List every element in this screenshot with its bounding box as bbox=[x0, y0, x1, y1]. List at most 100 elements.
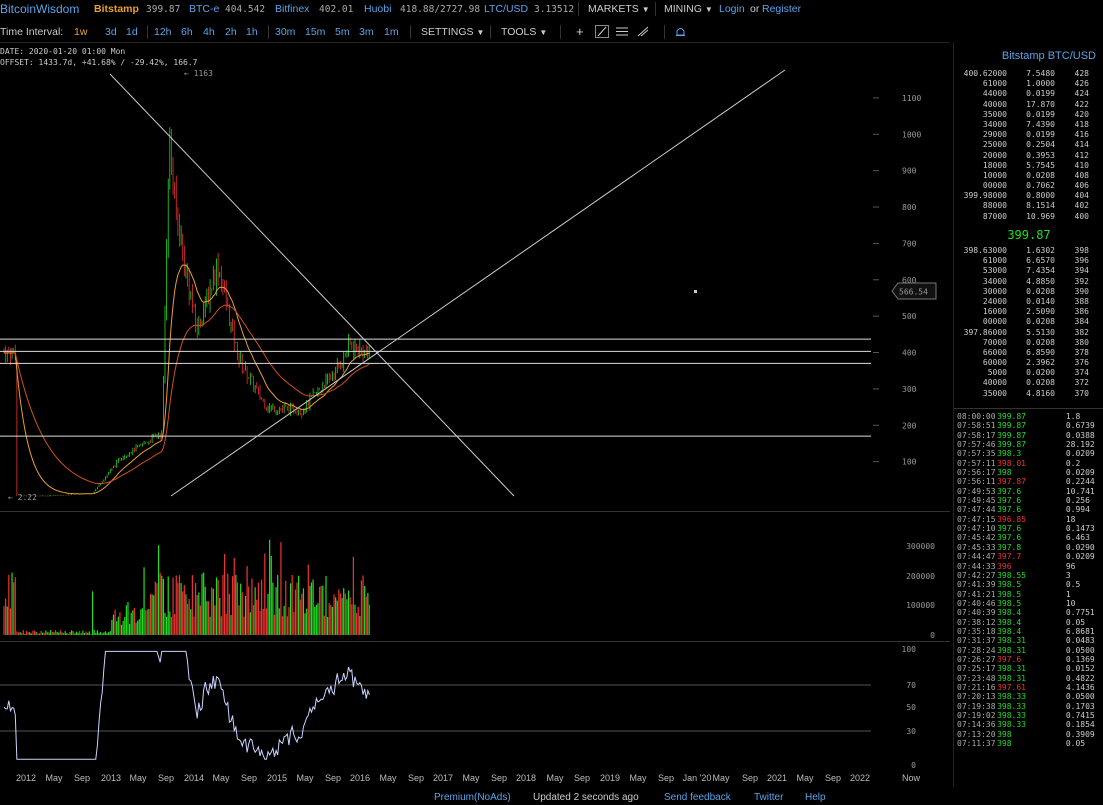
interval-5m[interactable]: 5m bbox=[335, 26, 350, 38]
volume-bar bbox=[220, 616, 222, 635]
ask-row[interactable]: 00000 0.7062 406 bbox=[957, 181, 1102, 191]
volume-bar bbox=[240, 583, 242, 635]
bid-row[interactable]: 00000 0.0208 384 bbox=[957, 317, 1102, 327]
bid-row[interactable]: 70000 0.0208 380 bbox=[957, 338, 1102, 348]
volume-bar bbox=[277, 575, 279, 635]
bid-row[interactable]: 16000 2.5090 386 bbox=[957, 307, 1102, 317]
bid-row[interactable]: 60000 2.3962 376 bbox=[957, 358, 1102, 368]
ticker-bitfinex[interactable]: Bitfinex bbox=[275, 3, 309, 15]
volume-bar bbox=[219, 597, 221, 635]
ticker-huobi[interactable]: Huobi bbox=[364, 3, 391, 15]
interval-3m[interactable]: 3m bbox=[359, 26, 374, 38]
trade-amount: 0.0152 bbox=[1065, 664, 1095, 674]
bell-icon[interactable] bbox=[675, 26, 686, 41]
interval-2h[interactable]: 2h bbox=[225, 26, 237, 38]
mining-menu[interactable]: MINING ▼ bbox=[664, 3, 713, 15]
volume-bar bbox=[9, 608, 12, 635]
interval-12h[interactable]: 12h bbox=[154, 26, 172, 38]
trade-price: 398.33 bbox=[997, 701, 1026, 711]
ticker-ltcusd[interactable]: LTC/USD bbox=[484, 3, 528, 15]
ask-row[interactable]: 40000 17.870 422 bbox=[957, 100, 1102, 110]
x-tick-label: 2021 bbox=[767, 773, 787, 783]
ask-row[interactable]: 399.98000 0.8000 404 bbox=[957, 191, 1102, 201]
last-price: 399.87 bbox=[1007, 228, 1051, 242]
ask-row[interactable]: 35000 0.0199 420 bbox=[957, 110, 1102, 120]
register-link[interactable]: Register bbox=[762, 3, 801, 15]
plus-icon[interactable]: + bbox=[576, 24, 584, 39]
volume-bar bbox=[138, 619, 140, 635]
bid-row[interactable]: 34000 4.8850 392 bbox=[957, 277, 1102, 287]
bid-row-sum: 372 bbox=[1074, 378, 1089, 388]
volume-bar bbox=[69, 632, 71, 635]
hlines-icon[interactable] bbox=[616, 26, 628, 40]
interval-15m[interactable]: 15m bbox=[305, 26, 325, 38]
ask-row[interactable]: 44000 0.0199 424 bbox=[957, 89, 1102, 99]
ask-row[interactable]: 87000 10.969 400 bbox=[957, 212, 1102, 222]
ask-row[interactable]: 400.62000 7.5480 428 bbox=[957, 69, 1102, 79]
ask-row-price: 18000 bbox=[968, 160, 1007, 170]
bid-row[interactable]: 30000 0.0208 390 bbox=[957, 287, 1102, 297]
ask-row[interactable]: 25000 0.2504 414 bbox=[957, 140, 1102, 150]
interval-30m[interactable]: 30m bbox=[275, 26, 295, 38]
ask-row[interactable]: 29000 0.0199 416 bbox=[957, 130, 1102, 140]
bid-row[interactable]: 53000 7.4354 394 bbox=[957, 266, 1102, 276]
chevron-down-icon: ▼ bbox=[704, 5, 713, 14]
ask-row[interactable]: 20000 0.3953 412 bbox=[957, 151, 1102, 161]
bid-row[interactable]: 24000 0.0140 388 bbox=[957, 297, 1102, 307]
bid-row[interactable]: 35000 4.8160 370 bbox=[957, 389, 1102, 399]
volume-bar bbox=[167, 576, 169, 635]
trade-time: 07:45:42 bbox=[957, 533, 996, 543]
line-draw-icon[interactable] bbox=[595, 25, 609, 38]
bid-row-price: 61000 bbox=[968, 256, 1007, 266]
trade-amount: 10.741 bbox=[1065, 486, 1095, 496]
twitter-link[interactable]: Twitter bbox=[754, 792, 783, 803]
volume-bar bbox=[347, 590, 350, 635]
interval-1h[interactable]: 1h bbox=[246, 26, 258, 38]
bid-row[interactable]: 397.86000 5.5130 382 bbox=[957, 328, 1102, 338]
volume-bar bbox=[159, 572, 161, 635]
volume-bar bbox=[46, 632, 49, 635]
ask-row[interactable]: 88000 8.1514 402 bbox=[957, 201, 1102, 211]
interval-4h[interactable]: 4h bbox=[203, 26, 215, 38]
ask-row[interactable]: 61000 1.0000 426 bbox=[957, 79, 1102, 89]
bid-row[interactable]: 61000 6.6570 396 bbox=[957, 256, 1102, 266]
trade-row: 08:00:00 399.87 1.8 bbox=[957, 412, 1103, 421]
ticker-btce[interactable]: BTC-e bbox=[189, 3, 219, 15]
bid-row[interactable]: 40000 0.0208 372 bbox=[957, 378, 1102, 388]
feedback-link[interactable]: Send feedback bbox=[664, 792, 731, 803]
ask-row[interactable]: 10000 0.0208 408 bbox=[957, 171, 1102, 181]
login-link[interactable]: Login bbox=[719, 3, 745, 15]
ask-row[interactable]: 18000 5.7545 410 bbox=[957, 161, 1102, 171]
tools-menu[interactable]: TOOLS ▼ bbox=[501, 26, 547, 38]
pen-icon[interactable] bbox=[637, 26, 649, 40]
brand-logo[interactable]: BitcoinWisdom bbox=[0, 2, 79, 16]
volume-bar bbox=[323, 615, 325, 635]
bid-row-sum: 392 bbox=[1074, 276, 1089, 286]
trade-amount: 0.5 bbox=[1065, 580, 1081, 590]
ask-row-price: 40000 bbox=[968, 99, 1007, 109]
interval-1w[interactable]: 1w bbox=[74, 26, 87, 38]
interval-6h[interactable]: 6h bbox=[181, 26, 193, 38]
trend-line[interactable] bbox=[109, 73, 515, 497]
interval-3d[interactable]: 3d bbox=[105, 26, 117, 38]
volume-bar bbox=[162, 578, 164, 635]
markets-menu[interactable]: MARKETS ▼ bbox=[588, 3, 650, 15]
volume-bar bbox=[249, 612, 251, 635]
interval-1d[interactable]: 1d bbox=[126, 26, 138, 38]
trade-price: 397.7 bbox=[997, 552, 1022, 562]
settings-menu[interactable]: SETTINGS ▼ bbox=[421, 26, 484, 38]
price-tick-label: 900 bbox=[902, 167, 917, 176]
premium-link[interactable]: Premium(NoAds) bbox=[434, 792, 511, 803]
volume-bar bbox=[146, 609, 148, 635]
bid-row[interactable]: 5000 0.0200 374 bbox=[957, 368, 1102, 378]
price-chart[interactable]: 11001000900800700600500400300200100 ← 11… bbox=[0, 42, 950, 787]
trend-line[interactable] bbox=[170, 69, 786, 497]
bid-row[interactable]: 398.63000 1.6302 398 bbox=[957, 246, 1102, 256]
ask-row[interactable]: 34000 7.4390 418 bbox=[957, 120, 1102, 130]
exchange-name[interactable]: Bitstamp bbox=[94, 3, 139, 15]
help-link[interactable]: Help bbox=[805, 792, 826, 803]
volume-bar bbox=[132, 610, 134, 635]
interval-1m[interactable]: 1m bbox=[384, 26, 399, 38]
bid-row[interactable]: 66000 6.8590 378 bbox=[957, 348, 1102, 358]
trade-price: 398.31 bbox=[997, 645, 1026, 655]
